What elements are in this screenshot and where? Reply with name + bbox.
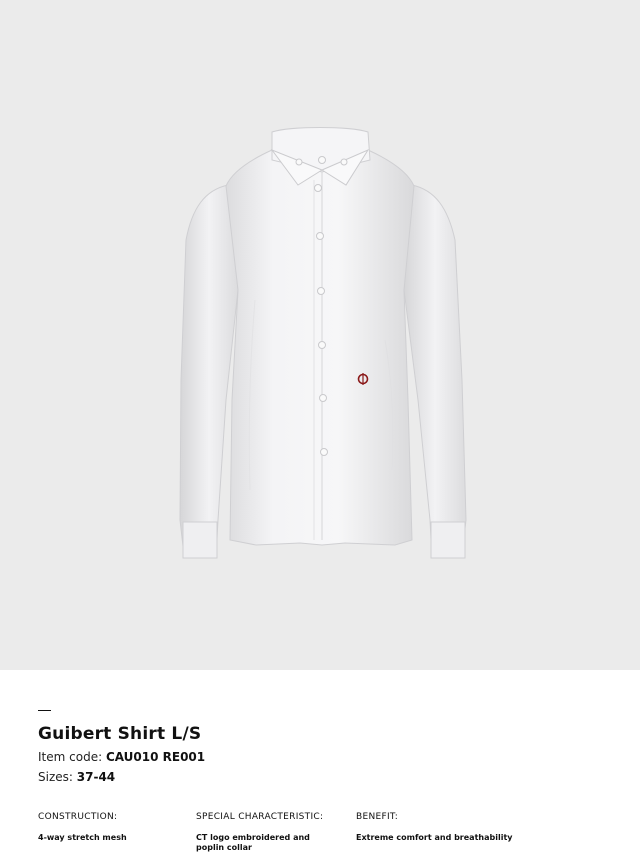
product-info: Guibert Shirt L/S Item code: CAU010 RE00… (0, 670, 640, 865)
spec-value-construction: 4-way stretch mesh (38, 833, 127, 842)
product-image-area (0, 0, 640, 670)
item-code-row: Item code: CAU010 RE001 (38, 750, 205, 764)
sizes-row: Sizes: 37-44 (38, 770, 115, 784)
sizes-value: 37-44 (76, 770, 116, 784)
spec-heading-benefit: BENEFIT: (356, 812, 399, 822)
product-title: Guibert Shirt L/S (38, 724, 202, 744)
divider (38, 710, 51, 711)
spec-heading-construction: CONSTRUCTION: (38, 812, 118, 822)
spec-value-special: CT logo embroidered and poplin collar (196, 833, 310, 852)
item-code-label: Item code: (38, 750, 103, 764)
sizes-label: Sizes: (38, 770, 73, 784)
shirt-image (179, 127, 467, 559)
spec-heading-special: SPECIAL CHARACTERISTIC: (196, 812, 324, 822)
spec-value-benefit: Extreme comfort and breathability (356, 833, 513, 842)
item-code-value: CAU010 RE001 (105, 750, 206, 764)
